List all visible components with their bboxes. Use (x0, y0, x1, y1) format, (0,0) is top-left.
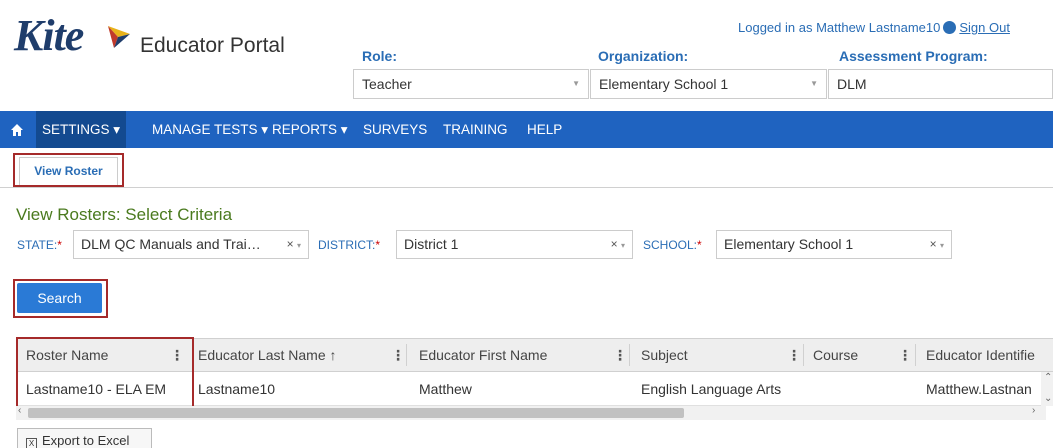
criteria-title: View Rosters: Select Criteria (16, 205, 233, 224)
school-select-value: Elementary School 1 (724, 236, 854, 252)
select-controls: × ▾ (611, 237, 625, 251)
clear-icon[interactable]: × (611, 237, 618, 251)
required-mark: * (375, 238, 381, 252)
select-controls: × ▾ (930, 237, 944, 251)
column-header-course[interactable]: Course (813, 338, 893, 372)
home-icon[interactable] (10, 123, 24, 137)
clear-icon[interactable]: × (930, 237, 937, 251)
horizontal-scroll-thumb[interactable] (28, 408, 684, 418)
table-cell-subject: English Language Arts (641, 381, 782, 397)
nav-surveys[interactable]: SURVEYS (357, 111, 433, 148)
sign-out-link[interactable]: Sign Out (959, 20, 1010, 35)
chevron-down-icon: ▾ (939, 241, 944, 250)
nav-manage-tests[interactable]: MANAGE TESTS ▾ (146, 111, 274, 148)
tab-divider (0, 187, 1053, 188)
column-divider[interactable] (629, 344, 630, 366)
highlight-box-tab (13, 153, 124, 187)
column-header-educator-first-name[interactable]: Educator First Name (419, 338, 599, 372)
role-select-value: Teacher (362, 76, 412, 92)
school-label-text: SCHOOL: (643, 238, 698, 252)
organization-select[interactable]: Elementary School 1 ▼ (590, 69, 827, 99)
login-user-text: Logged in as Matthew Lastname10 (738, 20, 941, 35)
user-icon (943, 21, 957, 34)
school-label: SCHOOL:* (643, 238, 702, 252)
role-select[interactable]: Teacher ▼ (353, 69, 589, 99)
clear-icon[interactable]: × (287, 237, 294, 251)
scroll-up-icon[interactable]: ⌃ (1044, 372, 1052, 383)
table-cell-educator-last-name: Lastname10 (198, 381, 276, 397)
chevron-down-icon: ▼ (810, 79, 818, 88)
educator-portal-title: Educator Portal (140, 34, 285, 57)
organization-label: Organization: (598, 48, 689, 64)
column-header-educator-identifier[interactable]: Educator Identifie (926, 338, 1046, 372)
scroll-down-icon[interactable]: ⌄ (1044, 393, 1052, 404)
chevron-down-icon: ▾ (620, 241, 625, 250)
scroll-left-icon[interactable]: ‹ (18, 405, 21, 416)
column-menu-icon[interactable]: ⋮ (613, 338, 627, 372)
nav-help[interactable]: HELP (521, 111, 568, 148)
highlight-box-search (13, 279, 108, 318)
column-menu-icon[interactable]: ⋮ (391, 338, 405, 372)
district-select-value: District 1 (404, 236, 459, 252)
district-select[interactable]: District 1 × ▾ (396, 230, 633, 259)
state-select-value: DLM QC Manuals and Trai… (81, 236, 261, 252)
state-label-text: STATE: (17, 238, 58, 252)
assessment-program-select[interactable]: DLM (828, 69, 1053, 99)
column-divider[interactable] (803, 344, 804, 366)
column-divider[interactable] (406, 344, 407, 366)
column-divider[interactable] (915, 344, 916, 366)
login-status: Logged in as Matthew Lastname10 Sign Out (738, 20, 1010, 35)
required-mark: * (57, 238, 62, 252)
state-select[interactable]: DLM QC Manuals and Trai… × ▾ (73, 230, 309, 259)
column-menu-icon[interactable]: ⋮ (898, 338, 912, 372)
assessment-program-value: DLM (837, 76, 867, 92)
column-menu-icon[interactable]: ⋮ (787, 338, 801, 372)
select-controls: × ▾ (287, 237, 301, 251)
column-header-educator-last-name[interactable]: Educator Last Name ↑ (198, 338, 378, 372)
state-label: STATE:* (17, 238, 62, 252)
nav-settings[interactable]: SETTINGS ▾ (36, 111, 127, 148)
chevron-down-icon: ▼ (572, 79, 580, 88)
excel-icon: X (26, 438, 37, 448)
table-cell-educator-identifier: Matthew.Lastnan (926, 381, 1032, 397)
scroll-right-icon[interactable]: › (1032, 405, 1035, 416)
kite-logo-text: Kite (14, 11, 84, 60)
column-header-subject[interactable]: Subject (641, 338, 781, 372)
kite-logo-icon (108, 26, 130, 48)
district-label-text: DISTRICT: (318, 238, 376, 252)
assessment-program-label: Assessment Program: (839, 48, 988, 64)
required-mark: * (697, 238, 702, 252)
role-label: Role: (362, 48, 397, 64)
chevron-down-icon: ▾ (296, 241, 301, 250)
highlight-box-roster-name (16, 337, 194, 408)
nav-reports[interactable]: REPORTS ▾ (266, 111, 354, 148)
table-cell-educator-first-name: Matthew (419, 381, 472, 397)
district-label: DISTRICT:* (318, 238, 380, 252)
table-cell-course (813, 372, 913, 406)
organization-select-value: Elementary School 1 (599, 76, 729, 92)
export-label: Export to Excel (42, 433, 130, 448)
export-to-excel-button[interactable]: X Export to Excel (17, 428, 152, 448)
nav-training[interactable]: TRAINING (437, 111, 514, 148)
school-select[interactable]: Elementary School 1 × ▾ (716, 230, 952, 259)
